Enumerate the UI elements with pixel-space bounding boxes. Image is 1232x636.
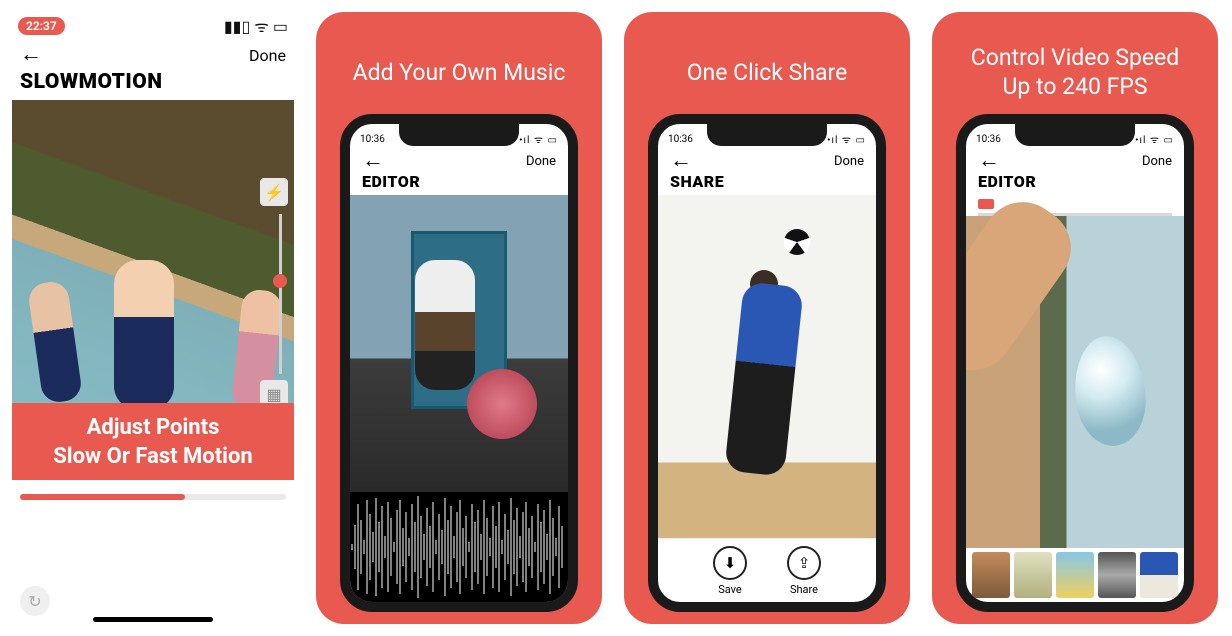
done-button[interactable]: Done (249, 46, 286, 65)
overlay-caption-line2: Slow Or Fast Motion (18, 442, 288, 472)
page-title: EDITOR (350, 172, 568, 195)
promo-headline: Add Your Own Music (339, 32, 580, 114)
promo-panel-share: One Click Share 10:36 •ıl ᯤ ▭ ← Done SHA… (624, 12, 910, 624)
promo-panel-slowmotion: 22:37 ▮▮▯ ᯤ ▭ ← Done SLOWMOTION ⚡ ▦ Adju… (12, 12, 294, 624)
promo-headline-line1: Control Video Speed (971, 44, 1179, 73)
signal-icon: ▮▮▯ (224, 17, 250, 36)
status-time: 10:36 (668, 134, 693, 145)
video-preview[interactable] (658, 195, 876, 538)
save-button[interactable]: ⬇ Save (713, 546, 747, 596)
thumbnail[interactable] (972, 552, 1010, 598)
done-button[interactable]: Done (1142, 154, 1172, 169)
nav-bar: ← Done (12, 40, 294, 66)
overlay-caption-line1: Adjust Points (18, 413, 288, 443)
save-label: Save (718, 583, 742, 596)
thumbnail[interactable] (1140, 552, 1178, 598)
battery-icon: ▭ (273, 17, 288, 36)
playback-progress[interactable] (20, 494, 286, 500)
video-preview[interactable]: ⚡ ▦ Adjust Points Slow Or Fast Motion (12, 100, 294, 480)
promo-headline-line2: Up to 240 FPS (971, 73, 1179, 102)
promo-panel-fps: Control Video Speed Up to 240 FPS 10:36 … (932, 12, 1218, 624)
playback-progress-fill (20, 494, 185, 500)
back-arrow-icon[interactable]: ← (362, 150, 384, 172)
status-time: 10:36 (360, 134, 385, 145)
status-indicators: •ıl ᯤ ▭ (827, 132, 866, 146)
phone-notch (399, 124, 519, 146)
status-time: 10:36 (976, 134, 1001, 145)
done-button[interactable]: Done (526, 154, 556, 169)
back-arrow-icon[interactable]: ← (20, 44, 42, 66)
share-button[interactable]: ⇪ Share (787, 546, 821, 596)
phone-frame: 10:36 •ıl ᯤ ▭ ← Done EDITOR (340, 114, 578, 612)
status-time-pill: 22:37 (18, 17, 65, 35)
page-title: EDITOR (966, 172, 1184, 195)
share-icon: ⇪ (787, 546, 821, 580)
phone-frame: 10:36 •ıl ᯤ ▭ ← Done SHARE ⬇ Save ⇪ Shar… (648, 114, 886, 612)
replay-button[interactable]: ↻ (20, 586, 50, 616)
share-toolbar: ⬇ Save ⇪ Share (658, 538, 876, 602)
page-title: SHARE (658, 172, 876, 195)
status-bar: 22:37 ▮▮▯ ᯤ ▭ (12, 12, 294, 40)
promo-headline: Control Video Speed Up to 240 FPS (957, 32, 1193, 114)
done-button[interactable]: Done (834, 154, 864, 169)
promo-panel-music: Add Your Own Music 10:36 •ıl ᯤ ▭ ← Done … (316, 12, 602, 624)
status-indicators: •ıl ᯤ ▭ (519, 132, 558, 146)
promo-headline: One Click Share (673, 32, 862, 114)
speed-slider[interactable] (279, 214, 282, 374)
status-indicators: •ıl ᯤ ▭ (1135, 132, 1174, 146)
overlay-caption: Adjust Points Slow Or Fast Motion (12, 403, 294, 480)
back-arrow-icon[interactable]: ← (670, 150, 692, 172)
thumbnail[interactable] (1098, 552, 1136, 598)
share-label: Share (790, 583, 818, 596)
video-preview[interactable] (966, 216, 1184, 548)
phone-notch (707, 124, 827, 146)
wifi-icon: ᯤ (254, 15, 269, 37)
speed-fast-icon[interactable]: ⚡ (260, 178, 288, 206)
clip-thumbnails[interactable] (966, 548, 1184, 602)
thumbnail[interactable] (1014, 552, 1052, 598)
thumbnail[interactable] (1056, 552, 1094, 598)
download-icon: ⬇ (713, 546, 747, 580)
timeline-marker-icon[interactable] (978, 199, 994, 209)
video-preview[interactable] (350, 195, 568, 492)
back-arrow-icon[interactable]: ← (978, 150, 1000, 172)
speed-slider-knob[interactable] (273, 274, 287, 288)
phone-notch (1015, 124, 1135, 146)
status-indicators: ▮▮▯ ᯤ ▭ (224, 15, 288, 37)
audio-waveform[interactable] (350, 492, 568, 602)
page-title: SLOWMOTION (12, 66, 294, 100)
home-indicator (93, 617, 213, 622)
phone-frame: 10:36 •ıl ᯤ ▭ ← Done EDITOR (956, 114, 1194, 612)
